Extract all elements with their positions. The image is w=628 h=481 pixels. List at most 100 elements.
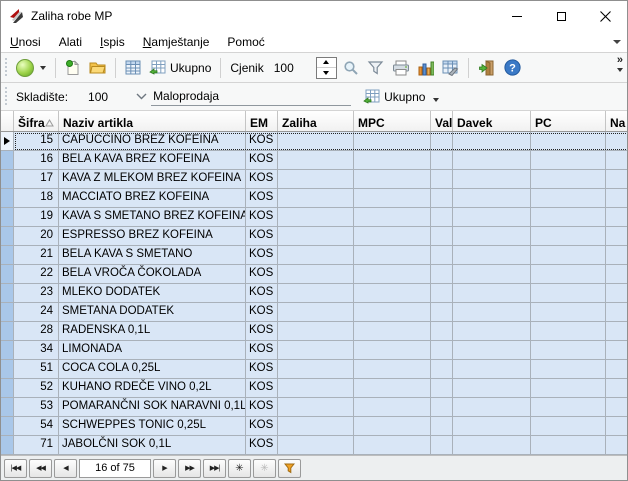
table-row[interactable]: 18MACCIATO BREZ KOFEINAKOS [1, 189, 628, 208]
grid-cell-na[interactable] [606, 189, 628, 208]
grid-cell-zaliha[interactable] [278, 246, 354, 265]
grid-cell-naziv[interactable]: LIMONADA [59, 341, 246, 360]
table-row[interactable]: 53POMARANČNI SOK NARAVNI 0,1LKOS [1, 398, 628, 417]
row-indicator[interactable] [1, 170, 14, 189]
refresh-button[interactable] [12, 56, 50, 80]
column-header-zaliha[interactable]: Zaliha [278, 111, 354, 131]
grid-cell-na[interactable] [606, 132, 628, 151]
toolbar-grip[interactable] [4, 87, 9, 107]
row-indicator[interactable] [1, 284, 14, 303]
grid-cell-davek[interactable] [453, 170, 531, 189]
grid-cell-mpc[interactable] [354, 227, 431, 246]
grid-cell-sifra[interactable]: 23 [14, 284, 59, 303]
grid-cell-sifra[interactable]: 34 [14, 341, 59, 360]
toolbar-overflow[interactable]: » [617, 55, 623, 72]
menu-item-pomoc[interactable]: Pomoć [218, 33, 273, 51]
row-indicator[interactable] [1, 417, 14, 436]
grid-cell-em[interactable]: KOS [246, 246, 278, 265]
column-header-na[interactable]: Na [606, 111, 628, 131]
grid-cell-mpc[interactable] [354, 189, 431, 208]
nav-last-button[interactable]: ▶▶| [203, 459, 226, 478]
grid-cell-na[interactable] [606, 360, 628, 379]
spin-down-icon[interactable] [317, 67, 336, 78]
table-row[interactable]: 54SCHWEPPES TONIC 0,25LKOS [1, 417, 628, 436]
grid-cell-na[interactable] [606, 265, 628, 284]
column-header-em[interactable]: EM [246, 111, 278, 131]
grid-cell-em[interactable]: KOS [246, 360, 278, 379]
grid-cell-davek[interactable] [453, 379, 531, 398]
grid-cell-naziv[interactable]: BELA KAVA S SMETANO [59, 246, 246, 265]
grid-cell-val[interactable] [431, 360, 453, 379]
grid-cell-davek[interactable] [453, 341, 531, 360]
grid-cell-sifra[interactable]: 17 [14, 170, 59, 189]
help-button[interactable]: ? [500, 56, 525, 79]
grid-cell-zaliha[interactable] [278, 360, 354, 379]
grid-cell-zaliha[interactable] [278, 398, 354, 417]
row-indicator[interactable] [1, 398, 14, 417]
grid-cell-em[interactable]: KOS [246, 303, 278, 322]
ukupno-caret-icon[interactable] [433, 98, 439, 102]
grid-cell-val[interactable] [431, 246, 453, 265]
grid-cell-val[interactable] [431, 227, 453, 246]
table-row[interactable]: 52KUHANO RDEČE VINO 0,2LKOS [1, 379, 628, 398]
row-indicator[interactable] [1, 132, 14, 151]
grid-cell-zaliha[interactable] [278, 151, 354, 170]
grid-cell-zaliha[interactable] [278, 322, 354, 341]
print-button[interactable] [388, 57, 414, 79]
grid-cell-davek[interactable] [453, 303, 531, 322]
grid-cell-em[interactable]: KOS [246, 379, 278, 398]
grid-cell-val[interactable] [431, 379, 453, 398]
row-indicator[interactable] [1, 436, 14, 455]
grid-cell-val[interactable] [431, 170, 453, 189]
grid-cell-mpc[interactable] [354, 322, 431, 341]
grid-cell-em[interactable]: KOS [246, 265, 278, 284]
grid-cell-val[interactable] [431, 303, 453, 322]
nav-prior-page-button[interactable]: ◀◀ [29, 459, 52, 478]
grid-cell-sifra[interactable]: 53 [14, 398, 59, 417]
grid-cell-em[interactable]: KOS [246, 151, 278, 170]
grid-cell-pc[interactable] [531, 151, 606, 170]
grid-cell-zaliha[interactable] [278, 189, 354, 208]
grid-cell-zaliha[interactable] [278, 170, 354, 189]
grid-cell-naziv[interactable]: KUHANO RDEČE VINO 0,2L [59, 379, 246, 398]
grid-cell-davek[interactable] [453, 246, 531, 265]
column-header-val[interactable]: Val [431, 111, 453, 131]
nav-filter-button[interactable] [278, 459, 301, 478]
grid-cell-davek[interactable] [453, 265, 531, 284]
grid-cell-mpc[interactable] [354, 284, 431, 303]
grid-cell-mpc[interactable] [354, 246, 431, 265]
grid-cell-pc[interactable] [531, 360, 606, 379]
grid-cell-na[interactable] [606, 341, 628, 360]
grid-cell-davek[interactable] [453, 284, 531, 303]
spin-up-icon[interactable] [317, 58, 336, 68]
grid-cell-naziv[interactable]: COCA COLA 0,25L [59, 360, 246, 379]
minimize-button[interactable] [495, 1, 539, 31]
grid-cell-naziv[interactable]: CAPUCCINO BREZ KOFEINA [59, 132, 246, 151]
skladiste-name-field[interactable]: Maloprodaja [151, 88, 351, 106]
column-header-pc[interactable]: PC [531, 111, 606, 131]
grid-cell-davek[interactable] [453, 417, 531, 436]
grid-cell-mpc[interactable] [354, 360, 431, 379]
grid-cell-em[interactable]: KOS [246, 189, 278, 208]
column-header-mpc[interactable]: MPC [354, 111, 431, 131]
grid-cell-pc[interactable] [531, 322, 606, 341]
nav-next-button[interactable]: ▶ [153, 459, 176, 478]
column-header-naziv[interactable]: Naziv artikla [59, 111, 246, 131]
grid-cell-sifra[interactable]: 22 [14, 265, 59, 284]
grid-cell-em[interactable]: KOS [246, 208, 278, 227]
grid-cell-davek[interactable] [453, 360, 531, 379]
grid-cell-pc[interactable] [531, 189, 606, 208]
new-document-button[interactable] [61, 57, 85, 79]
grid-cell-pc[interactable] [531, 417, 606, 436]
grid-cell-na[interactable] [606, 417, 628, 436]
grid-cell-mpc[interactable] [354, 265, 431, 284]
grid-cell-pc[interactable] [531, 227, 606, 246]
grid-cell-mpc[interactable] [354, 417, 431, 436]
grid-cell-zaliha[interactable] [278, 265, 354, 284]
table-row[interactable]: 24SMETANA DODATEKKOS [1, 303, 628, 322]
table-row[interactable]: 51COCA COLA 0,25LKOS [1, 360, 628, 379]
column-header-davek[interactable]: Davek [453, 111, 531, 131]
grid-cell-davek[interactable] [453, 227, 531, 246]
calculate-button[interactable] [121, 57, 145, 78]
grid-cell-davek[interactable] [453, 322, 531, 341]
